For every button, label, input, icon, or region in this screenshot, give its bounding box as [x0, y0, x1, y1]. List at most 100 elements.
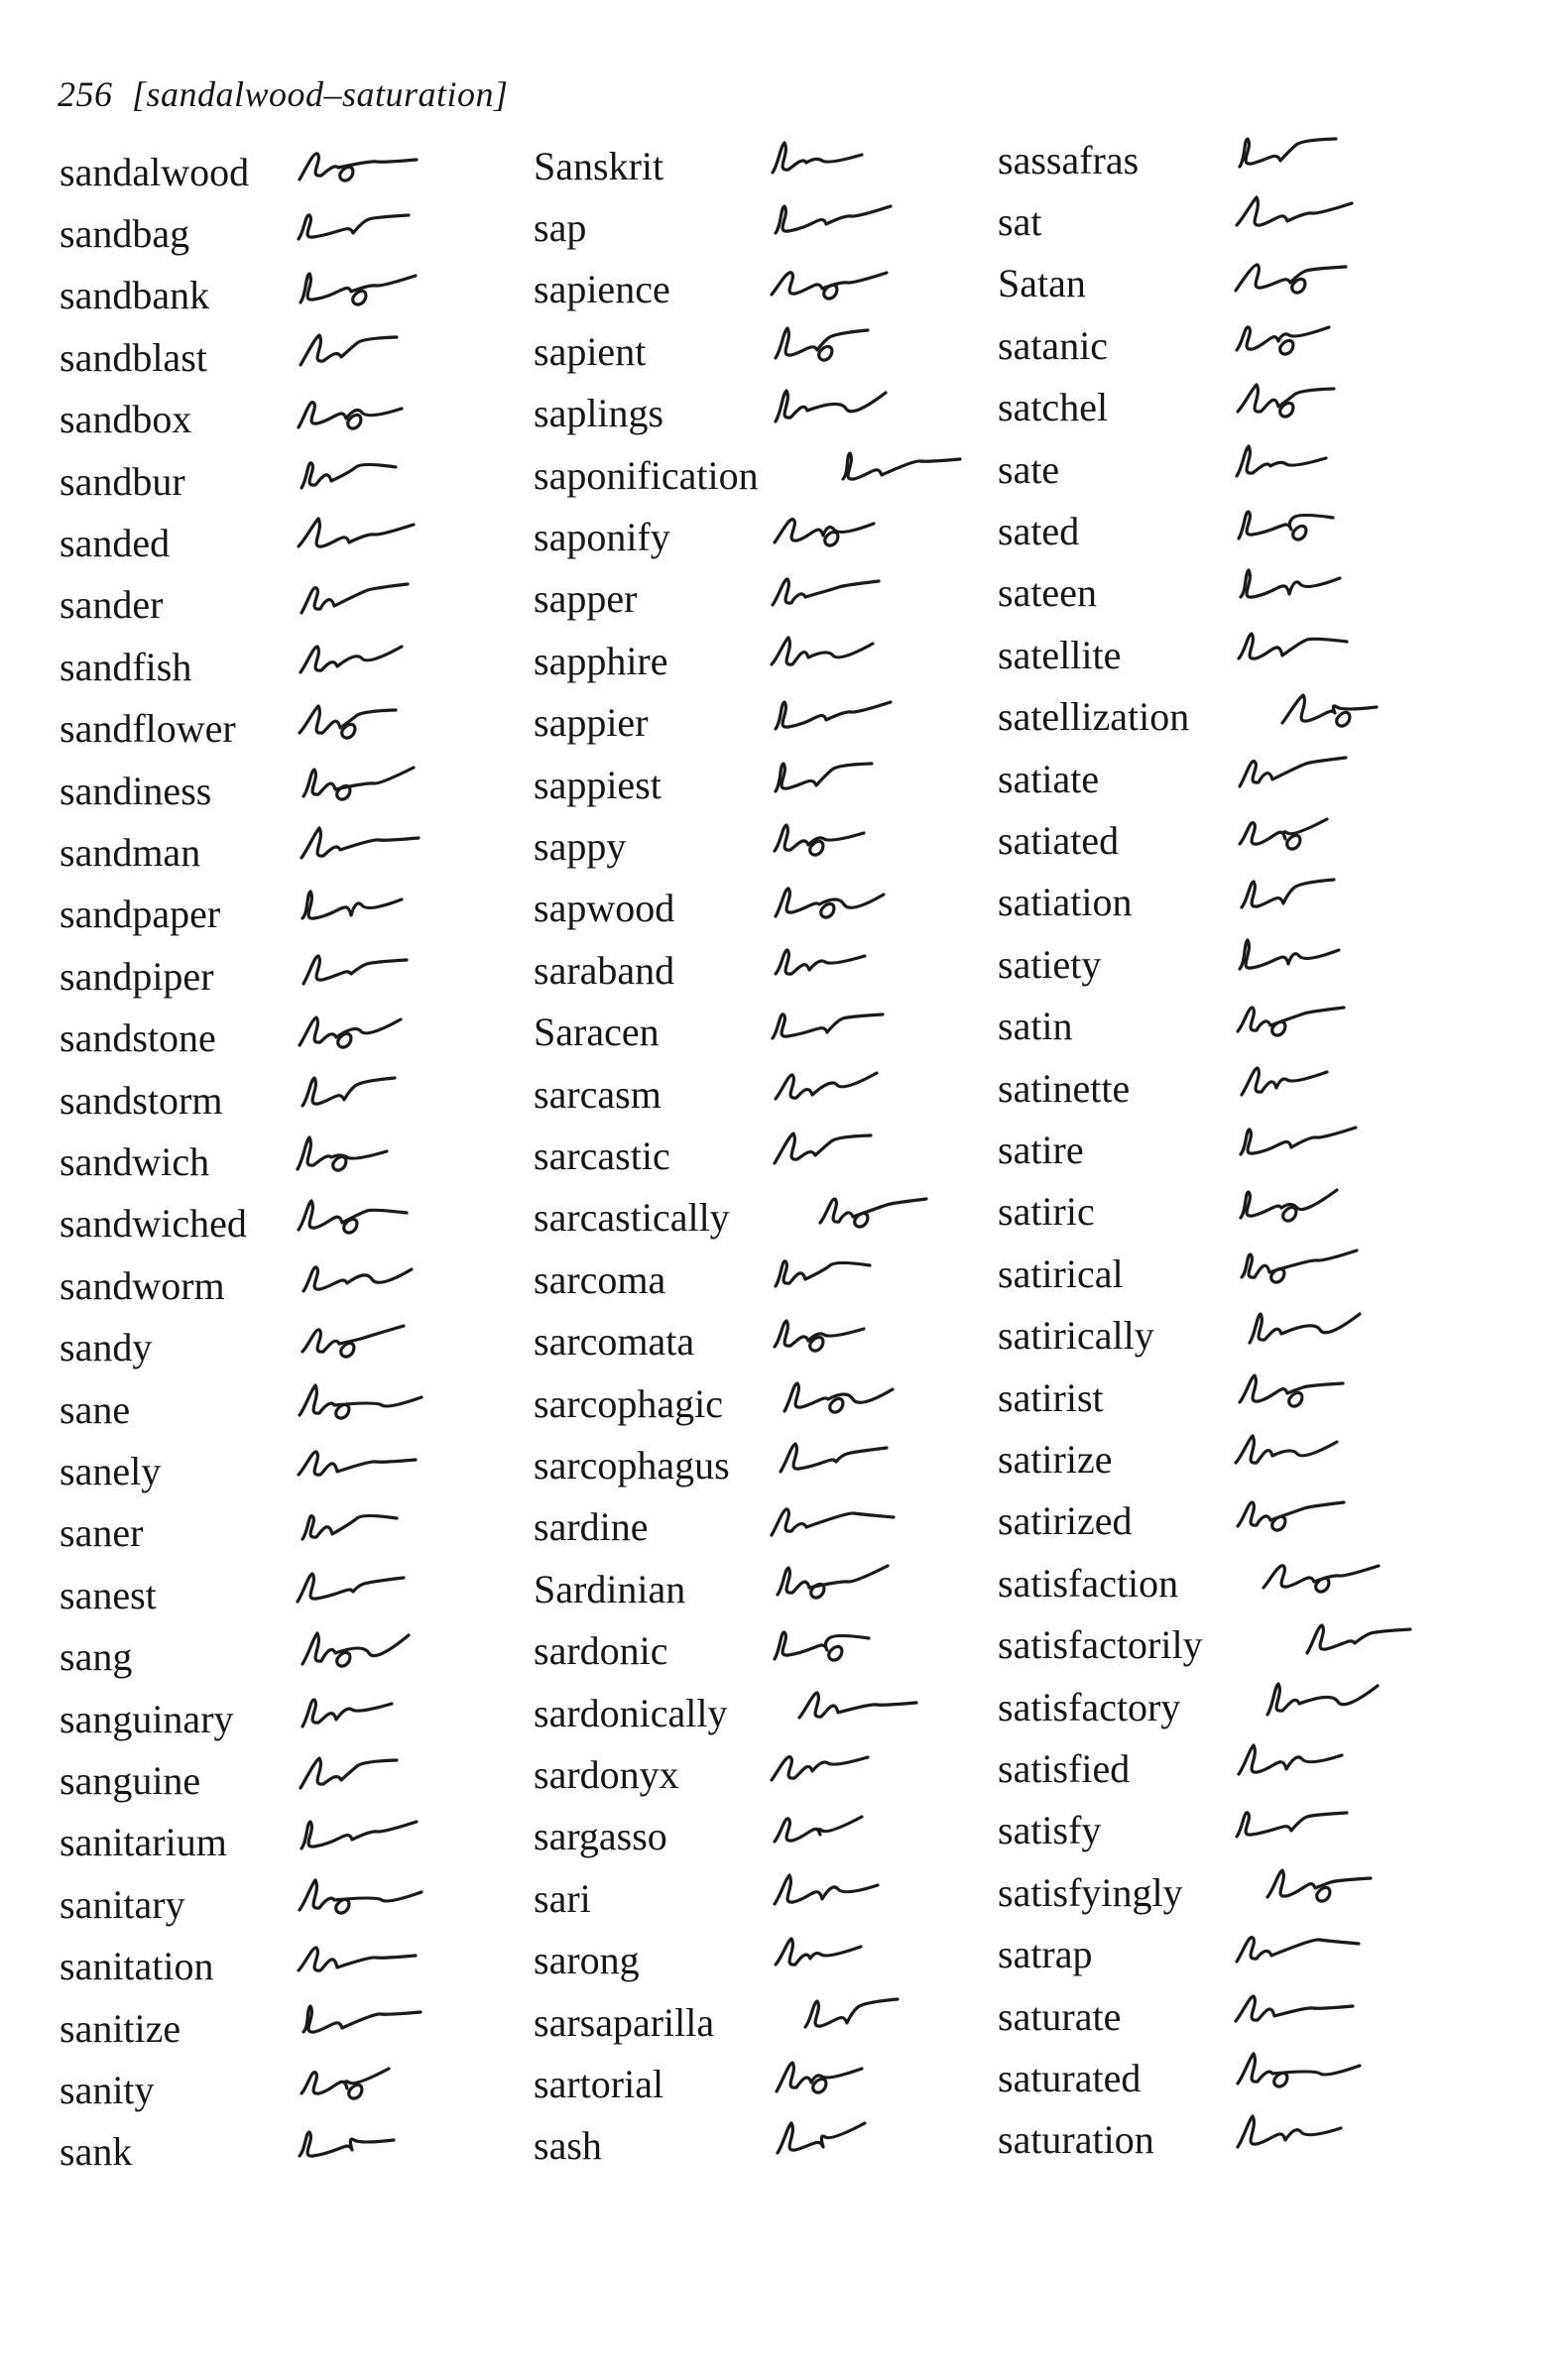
shorthand-loop — [338, 165, 355, 182]
shorthand-outline — [298, 2130, 396, 2158]
shorthand-stroke — [1238, 938, 1341, 971]
shorthand-outline — [773, 1815, 864, 1844]
entry-word: satisfyingly — [998, 1869, 1183, 1915]
shorthand-outline — [298, 703, 398, 740]
shorthand-stroke — [774, 204, 893, 235]
shorthand-outline — [1238, 1373, 1345, 1408]
shorthand-outline — [300, 1820, 419, 1850]
entry-row: saplings — [534, 384, 1010, 443]
entry-row: satirist — [998, 1368, 1474, 1427]
entry-row: sandy — [60, 1318, 536, 1377]
shorthand-stroke — [1234, 1994, 1355, 2023]
shorthand-stroke — [1240, 1249, 1359, 1279]
entry-row: sappy — [534, 816, 1010, 876]
shorthand-outline — [301, 890, 404, 920]
entry-word: sandiness — [60, 768, 212, 813]
shorthand-stroke — [1237, 510, 1335, 540]
entry-row: satchel — [998, 378, 1474, 437]
shorthand-stroke — [776, 1564, 890, 1597]
entry-row: saponify — [534, 507, 1010, 566]
shorthand-stroke — [301, 1513, 399, 1541]
entry-word: sandbank — [60, 273, 210, 318]
entry-word: sapper — [534, 576, 638, 622]
entry-row: sanitarium — [60, 1813, 536, 1872]
shorthand-stroke — [1236, 1005, 1346, 1033]
shorthand-stroke — [297, 1199, 409, 1232]
shorthand-outline — [803, 1997, 900, 2029]
entry-row: sarsaparilla — [534, 1992, 1010, 2052]
entry-word: sarcastic — [534, 1132, 670, 1178]
shorthand-stroke — [301, 890, 404, 920]
entry-row: satiric — [998, 1182, 1474, 1242]
shorthand-stroke — [1235, 1935, 1361, 1964]
shorthand-stroke — [773, 1131, 873, 1165]
shorthand-stroke — [1240, 1066, 1329, 1097]
shorthand-loop — [351, 289, 368, 306]
entry-row: sandbank — [60, 266, 536, 325]
entry-word: sargasso — [534, 1814, 667, 1859]
shorthand-stroke — [301, 954, 409, 986]
shorthand-stroke — [297, 1450, 418, 1477]
entry-row: saraband — [534, 940, 1010, 1000]
shorthand-loop — [334, 1898, 351, 1915]
shorthand-outline — [298, 1014, 403, 1049]
entry-word: sanguine — [60, 1757, 201, 1803]
shorthand-outline — [1235, 1811, 1349, 1839]
shorthand-outline — [301, 1513, 399, 1541]
entry-row: sandpiper — [60, 946, 536, 1006]
shorthand-outline — [774, 1071, 879, 1101]
entry-word: satisfactorily — [998, 1622, 1203, 1668]
shorthand-outline — [775, 2061, 864, 2094]
entry-word: sarcomata — [534, 1319, 695, 1365]
entry-row: sanguine — [60, 1750, 536, 1810]
shorthand-stroke — [1238, 817, 1329, 846]
entry-word: satiric — [998, 1189, 1095, 1235]
entry-row: sandworm — [60, 1255, 536, 1315]
shorthand-stroke — [301, 1630, 411, 1666]
entry-row: satisfy — [998, 1801, 1474, 1860]
shorthand-outline — [818, 1197, 928, 1229]
shorthand-loop — [808, 1335, 825, 1353]
entry-row: sarcomata — [534, 1312, 1010, 1371]
shorthand-outline — [300, 2067, 391, 2100]
entry-row: satrap — [998, 1925, 1474, 1984]
shorthand-stroke — [1240, 878, 1336, 909]
shorthand-loop — [339, 1341, 356, 1359]
shorthand-loop — [346, 413, 363, 430]
entry-row: satisfactory — [998, 1677, 1474, 1736]
entry-word: sated — [998, 508, 1080, 553]
shorthand-outline — [1236, 2052, 1362, 2088]
entry-word: sardonyx — [534, 1751, 679, 1797]
entry-row: sap — [534, 197, 1010, 257]
entry-row: sat — [998, 191, 1474, 251]
shorthand-stroke — [773, 1629, 871, 1661]
shorthand-outline — [301, 1630, 411, 1668]
shorthand-outline — [771, 577, 881, 607]
shorthand-outline — [1238, 756, 1348, 788]
entry-word: saturated — [998, 2055, 1142, 2100]
shorthand-stroke — [779, 1442, 889, 1474]
entry-row: sapphire — [534, 631, 1010, 690]
entry-word: sanitation — [60, 1944, 214, 1989]
shorthand-stroke — [803, 1997, 900, 2029]
entry-row: satisfied — [998, 1738, 1474, 1798]
shorthand-loop — [1270, 1019, 1287, 1037]
entry-row: sanitary — [60, 1874, 536, 1934]
shorthand-outline — [298, 1383, 423, 1420]
shorthand-stroke — [1237, 632, 1349, 660]
entry-row: sanest — [60, 1565, 536, 1624]
entry-word: sari — [534, 1875, 591, 1921]
shorthand-outline — [300, 582, 410, 615]
entry-row: sandwich — [60, 1131, 536, 1191]
shorthand-stroke — [774, 326, 870, 360]
entry-word: satanic — [998, 322, 1109, 368]
entry-word: saponification — [534, 452, 759, 498]
entry-row: satirize — [998, 1429, 1474, 1488]
dictionary-page: 256 [sandalwood–saturation] sandalwood sa… — [0, 0, 1563, 2380]
shorthand-outline — [774, 887, 886, 919]
entry-word: sartorial — [534, 2061, 664, 2106]
entry-row: sandalwood — [60, 142, 536, 201]
shorthand-outline — [1234, 1434, 1339, 1465]
shorthand-outline — [770, 636, 875, 666]
entry-row: sardine — [534, 1497, 1010, 1557]
